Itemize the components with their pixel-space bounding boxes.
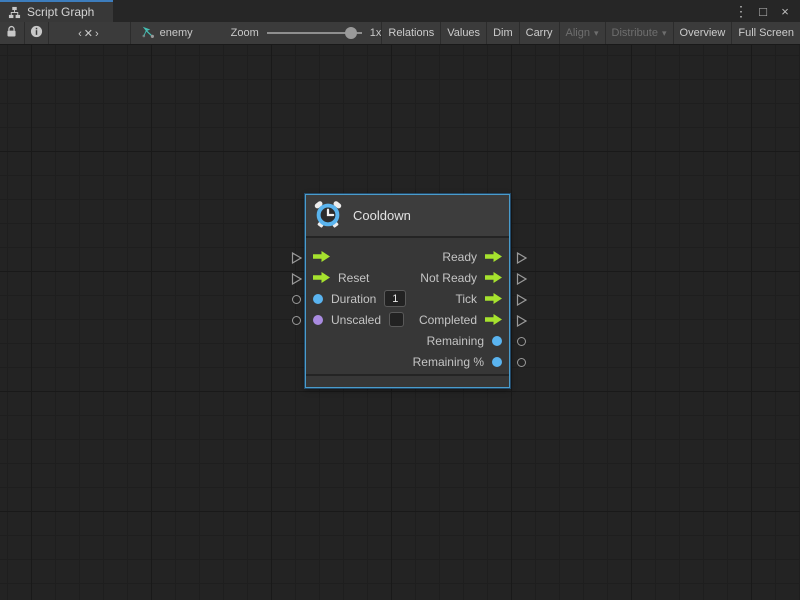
port-remaining-percent[interactable]: Remaining % — [413, 355, 502, 369]
node-title: Cooldown — [353, 208, 411, 223]
zoom-label: Zoom — [231, 27, 259, 39]
toolbar-buttons: Relations Values Dim Carry Align ▾ Distr… — [381, 22, 800, 44]
distribute-button: Distribute ▾ — [605, 22, 673, 44]
external-ports-right — [514, 247, 528, 373]
port-label: Remaining % — [413, 355, 484, 369]
flow-port-icon[interactable] — [485, 314, 502, 325]
port-flow-input[interactable] — [313, 251, 338, 262]
zoom-value: 1x — [370, 27, 382, 39]
full-screen-button[interactable]: Full Screen — [731, 22, 800, 44]
node-body: Ready Reset Not Ready — [306, 238, 509, 374]
cooldown-node[interactable]: Cooldown Ready — [305, 194, 510, 388]
window-controls: ⋮ □ × — [732, 0, 800, 22]
relations-button[interactable]: Relations — [381, 22, 440, 44]
port-unscaled[interactable]: Unscaled — [313, 312, 404, 327]
zoom-slider[interactable] — [267, 26, 362, 40]
angle-x-icon: ‹✕› — [78, 27, 101, 40]
port-not-ready[interactable]: Not Ready — [420, 271, 502, 285]
breadcrumb[interactable]: enemy — [131, 22, 203, 44]
lock-icon — [6, 25, 17, 41]
values-button[interactable]: Values — [440, 22, 486, 44]
port-row: Remaining % — [306, 351, 509, 372]
maximize-icon[interactable]: □ — [754, 2, 772, 20]
value-port-icon[interactable] — [492, 336, 502, 346]
hierarchy-icon — [8, 6, 21, 19]
external-value-port[interactable] — [289, 289, 303, 310]
external-flow-port[interactable] — [289, 247, 303, 268]
tab-title: Script Graph — [27, 5, 94, 19]
external-flow-port[interactable] — [289, 268, 303, 289]
external-flow-port[interactable] — [514, 289, 528, 310]
align-button: Align ▾ — [559, 22, 605, 44]
port-ready[interactable]: Ready — [442, 250, 502, 264]
unscaled-checkbox[interactable] — [389, 312, 404, 327]
title-bar: Script Graph ⋮ □ × — [0, 0, 800, 22]
external-value-port[interactable] — [514, 331, 528, 352]
port-reset[interactable]: Reset — [313, 271, 369, 285]
port-label: Remaining — [427, 334, 484, 348]
value-port-icon[interactable] — [492, 357, 502, 367]
flow-port-icon[interactable] — [313, 272, 330, 283]
port-row: Remaining — [306, 330, 509, 351]
value-port-icon[interactable] — [313, 294, 323, 304]
flow-port-icon[interactable] — [485, 293, 502, 304]
external-flow-port[interactable] — [514, 310, 528, 331]
overview-button[interactable]: Overview — [673, 22, 732, 44]
port-row: Reset Not Ready — [306, 267, 509, 288]
zoom-control: Zoom 1x — [231, 22, 382, 44]
flow-port-icon[interactable] — [485, 251, 502, 262]
inspect-toggle-button[interactable]: ‹✕› — [49, 22, 130, 44]
external-flow-port[interactable] — [514, 247, 528, 268]
dim-button[interactable]: Dim — [486, 22, 519, 44]
port-row: Ready — [306, 246, 509, 267]
port-label: Reset — [338, 271, 369, 285]
chevron-down-icon: ▾ — [662, 28, 667, 39]
lock-button[interactable] — [0, 22, 25, 44]
graph-toolbar: ‹✕› enemy Zoom 1x Relations Values — [0, 22, 800, 45]
close-icon[interactable]: × — [776, 2, 794, 20]
port-duration[interactable]: Duration — [313, 290, 406, 307]
carry-button[interactable]: Carry — [519, 22, 559, 44]
port-row: Duration Tick — [306, 288, 509, 309]
flow-port-icon[interactable] — [485, 272, 502, 283]
window-menu-icon[interactable]: ⋮ — [732, 2, 750, 20]
script-graph-asset-icon — [141, 25, 155, 42]
flow-port-icon[interactable] — [313, 251, 330, 262]
node-footer — [306, 374, 509, 385]
tab-script-graph[interactable]: Script Graph — [0, 0, 113, 22]
port-label: Unscaled — [331, 313, 381, 327]
value-port-icon[interactable] — [313, 315, 323, 325]
port-label: Not Ready — [420, 271, 477, 285]
port-label: Tick — [455, 292, 477, 306]
external-ports-left — [289, 247, 303, 331]
port-remaining[interactable]: Remaining — [427, 334, 502, 348]
duration-value-field[interactable] — [384, 290, 406, 307]
alarm-clock-icon — [313, 199, 343, 232]
node-header[interactable]: Cooldown — [306, 195, 509, 238]
external-flow-port[interactable] — [514, 268, 528, 289]
info-button[interactable] — [25, 22, 50, 44]
port-label: Duration — [331, 292, 376, 306]
port-row: Unscaled Completed — [306, 309, 509, 330]
info-icon — [30, 25, 43, 41]
breadcrumb-label: enemy — [160, 27, 193, 39]
port-label: Completed — [419, 313, 477, 327]
port-completed[interactable]: Completed — [419, 313, 502, 327]
chevron-down-icon: ▾ — [594, 28, 599, 39]
external-value-port[interactable] — [514, 352, 528, 373]
graph-canvas[interactable]: Cooldown Ready — [0, 45, 800, 600]
external-value-port[interactable] — [289, 310, 303, 331]
port-tick[interactable]: Tick — [455, 292, 502, 306]
zoom-slider-handle[interactable] — [345, 27, 357, 39]
port-label: Ready — [442, 250, 477, 264]
